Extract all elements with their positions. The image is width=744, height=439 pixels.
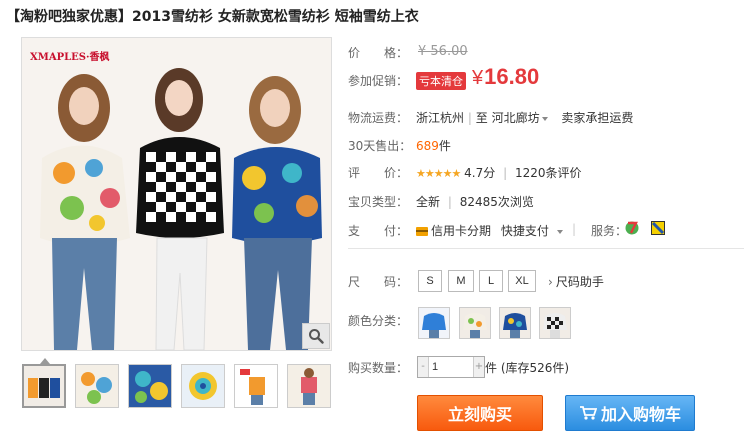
size-label: 尺 码：	[348, 275, 409, 289]
ship-destination-select[interactable]: 河北廊坊	[492, 111, 548, 125]
add-to-cart-label: 加入购物车	[600, 405, 681, 424]
quantity-decrease-button[interactable]: -	[418, 357, 429, 377]
credit-installment-link[interactable]: 信用卡分期	[431, 224, 491, 238]
magnifier-icon	[309, 329, 324, 344]
review-count-link[interactable]: 1220条评价	[515, 166, 582, 180]
product-photo	[22, 38, 331, 350]
rating-label: 评 价：	[348, 166, 409, 180]
size-option-xl[interactable]: XL	[508, 270, 536, 292]
credit-card-icon	[416, 227, 428, 236]
ship-destination: 河北廊坊	[491, 111, 540, 125]
chevron-down-icon[interactable]	[556, 229, 563, 234]
ship-to-prefix: 至	[475, 111, 488, 125]
promo-badge: 亏本清仓	[416, 72, 466, 90]
color-option-3[interactable]	[499, 307, 531, 339]
shipping-fee: 卖家承担运费	[561, 111, 634, 125]
sales-count: 689件	[416, 137, 451, 154]
quantity-increase-button[interactable]: +	[473, 357, 484, 377]
buy-now-button[interactable]: 立刻购买	[417, 395, 543, 431]
size-option-l[interactable]: L	[479, 270, 503, 292]
rating-score: 4.7分	[464, 166, 496, 180]
service-badge-7day-icon[interactable]	[625, 220, 639, 239]
quantity-label: 购买数量：	[348, 361, 409, 375]
chevron-down-icon	[541, 116, 548, 121]
stock-info: 件 (库存526件)	[485, 361, 570, 375]
price-label: 价 格：	[348, 46, 409, 60]
color-option-2[interactable]	[459, 307, 491, 339]
ship-from: 浙江杭州	[416, 111, 465, 125]
currency-symbol: ¥	[472, 67, 484, 89]
thumbnail-2[interactable]	[75, 364, 119, 408]
size-helper-text: 尺码助手	[555, 275, 604, 289]
section-divider	[348, 248, 744, 249]
color-label: 颜色分类：	[348, 314, 409, 328]
size-helper-link[interactable]: › 尺码助手	[548, 273, 604, 290]
quantity-stepper: - +	[417, 356, 485, 378]
original-price: ¥ 56.00	[418, 44, 468, 59]
view-count: 82485次浏览	[459, 195, 534, 209]
add-to-cart-button[interactable]: 加入购物车	[565, 395, 695, 431]
thumbnail-4[interactable]	[181, 364, 225, 408]
cart-icon	[579, 406, 597, 420]
service-label: 服务：	[591, 224, 628, 238]
rating-separator: |	[503, 166, 508, 180]
promo-label: 参加促销：	[348, 74, 409, 88]
condition: 全新	[416, 195, 441, 209]
chevron-right-icon: ›	[548, 275, 553, 289]
size-option-s[interactable]: S	[418, 270, 442, 292]
thumbnail-5[interactable]	[234, 364, 278, 408]
thumbnail-strip	[22, 364, 340, 408]
quick-pay-link[interactable]: 快捷支付	[501, 224, 549, 238]
quantity-input[interactable]	[432, 359, 468, 375]
promo-price: ¥16.80	[472, 64, 539, 90]
type-separator: |	[447, 195, 452, 209]
payment-label: 支 付：	[348, 224, 409, 238]
sales-label: 30天售出：	[348, 139, 412, 153]
thumbnail-6[interactable]	[287, 364, 331, 408]
size-option-m[interactable]: M	[448, 270, 474, 292]
service-badge-guarantee-icon[interactable]	[651, 221, 665, 238]
zoom-button[interactable]	[302, 323, 330, 349]
item-type-label: 宝贝类型：	[348, 195, 409, 209]
service-divider: |	[572, 222, 577, 236]
item-type-value: 全新 | 82485次浏览	[416, 193, 534, 210]
promo-price-value: 16.80	[484, 64, 540, 89]
product-main-image[interactable]: XMAPLES·香枫	[21, 37, 332, 351]
ship-separator: |	[467, 111, 472, 125]
rating-value: ★★★★★ 4.7分 | 1220条评价	[416, 164, 581, 181]
thumbnail-1[interactable]	[22, 364, 66, 408]
payment-options: 信用卡分期 快捷支付	[416, 222, 563, 239]
shipping-label: 物流运费：	[348, 111, 409, 125]
thumbnail-3[interactable]	[128, 364, 172, 408]
shipping-route: 浙江杭州 | 至 河北廊坊 卖家承担运费	[416, 109, 633, 126]
brand-logo: XMAPLES·香枫	[30, 52, 110, 63]
color-option-4[interactable]	[539, 307, 571, 339]
color-option-1[interactable]	[418, 307, 450, 339]
sales-number: 689	[416, 139, 439, 153]
star-rating-icon: ★★★★★	[416, 167, 461, 180]
product-title: 【淘粉吧独家优惠】2013雪纺衫 女新款宽松雪纺衫 短袖雪纺上衣	[6, 9, 419, 25]
sales-unit: 件	[438, 139, 451, 153]
